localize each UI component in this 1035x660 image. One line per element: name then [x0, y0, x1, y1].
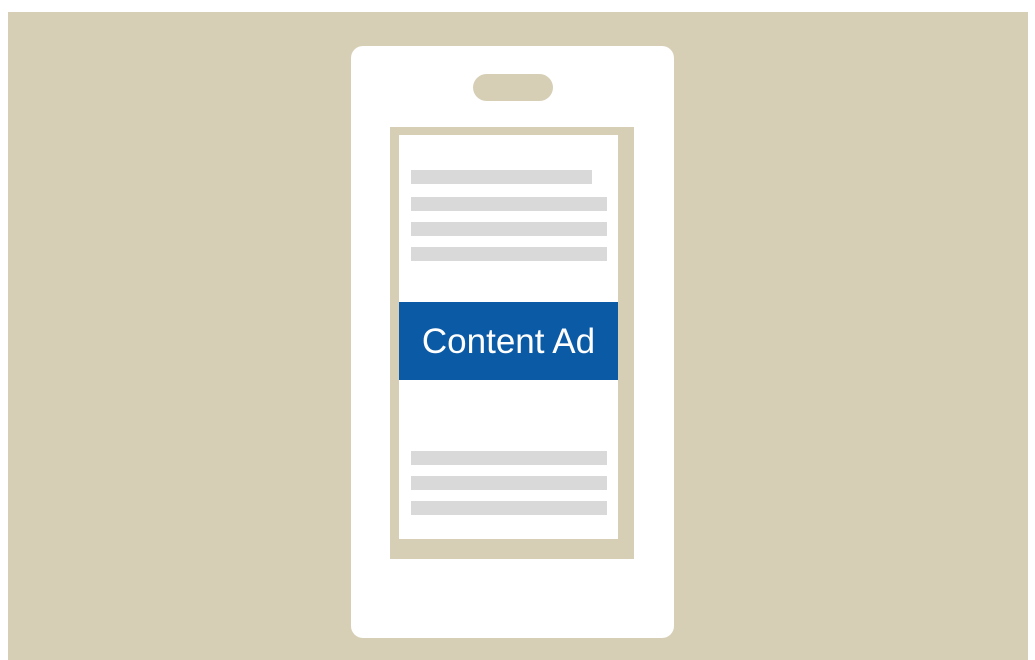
placeholder-text-line	[411, 222, 607, 236]
placeholder-text-line	[411, 170, 592, 184]
content-ad-block: Content Ad	[399, 302, 618, 380]
placeholder-text-line	[411, 197, 607, 211]
placeholder-text-line	[411, 501, 607, 515]
content-ad-label: Content Ad	[421, 321, 596, 361]
phone-speaker	[473, 74, 553, 101]
placeholder-text-line	[411, 247, 607, 261]
placeholder-text-line	[411, 451, 607, 465]
placeholder-text-line	[411, 476, 607, 490]
